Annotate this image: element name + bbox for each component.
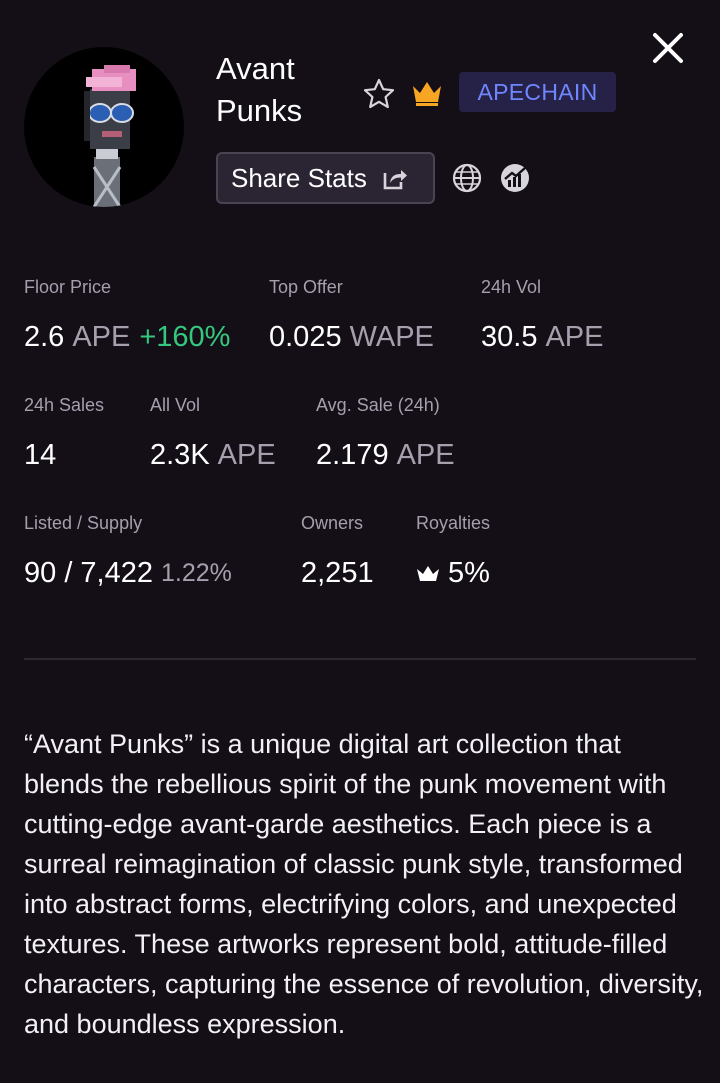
star-icon xyxy=(363,78,395,109)
analytics-link[interactable] xyxy=(499,162,531,194)
collection-description: “Avant Punks” is a unique digital art co… xyxy=(24,729,704,1039)
chain-badge: APECHAIN xyxy=(459,72,616,112)
stat-all-vol: All Vol 2.3K APE xyxy=(150,393,276,473)
vol-24h-value: 30.5 xyxy=(481,321,538,353)
listed-supply-label: Listed / Supply xyxy=(24,513,143,533)
chart-icon xyxy=(501,164,529,192)
all-vol-unit: APE xyxy=(217,439,276,471)
globe-icon xyxy=(452,163,482,193)
crown-icon xyxy=(410,78,444,108)
listed-supply-pct: 1.22% xyxy=(161,559,232,587)
owners-label: Owners xyxy=(301,513,364,533)
stat-24h-sales: 24h Sales 14 xyxy=(24,393,104,473)
royalties-value: 5% xyxy=(448,557,490,589)
sales-24h-value: 14 xyxy=(24,439,57,471)
top-offer-value: 0.025 xyxy=(269,321,342,353)
floor-price-label: Floor Price xyxy=(24,277,112,297)
all-vol-label: All Vol xyxy=(150,395,201,415)
stat-avg-sale: Avg. Sale (24h) 2.179 APE xyxy=(316,393,455,473)
vol-24h-unit: APE xyxy=(545,321,604,353)
share-stats-button[interactable]: Share Stats xyxy=(216,152,435,204)
avg-sale-unit: APE xyxy=(396,439,455,471)
stat-listed-supply: Listed / Supply 90 / 7,422 1.22% xyxy=(24,511,232,591)
all-vol-value: 2.3K xyxy=(150,439,210,471)
stat-owners: Owners 2,251 xyxy=(301,511,374,591)
close-icon xyxy=(653,33,683,63)
collection-title: Avant Punks xyxy=(216,48,356,132)
collection-avatar xyxy=(24,47,184,207)
avg-sale-value: 2.179 xyxy=(316,439,389,471)
favorite-button[interactable] xyxy=(361,76,397,112)
stat-floor-price: Floor Price 2.6 APE +160% xyxy=(24,275,230,355)
website-link[interactable] xyxy=(451,162,483,194)
share-stats-label: Share Stats xyxy=(231,162,367,193)
top-offer-unit: WAPE xyxy=(349,321,434,353)
collection-name-line2: Punks xyxy=(216,93,303,128)
divider xyxy=(24,658,696,660)
collection-name-line1: Avant xyxy=(216,51,295,86)
collection-stats-panel: Avant Punks APECHAIN Share Stats Floor P… xyxy=(0,0,720,1083)
owners-value: 2,251 xyxy=(301,557,374,589)
floor-price-value: 2.6 xyxy=(24,321,65,353)
vol-24h-label: 24h Vol xyxy=(481,277,542,297)
avg-sale-label: Avg. Sale (24h) xyxy=(316,395,440,415)
sales-24h-label: 24h Sales xyxy=(24,395,105,415)
floor-price-change: +160% xyxy=(139,321,231,353)
stat-royalties: Royalties 5% xyxy=(416,511,490,591)
stat-top-offer: Top Offer 0.025 WAPE xyxy=(269,275,434,355)
top-offer-label: Top Offer xyxy=(269,277,343,297)
floor-price-unit: APE xyxy=(72,321,131,353)
royalty-crown-icon xyxy=(417,566,439,581)
share-icon xyxy=(383,170,407,190)
stat-24h-vol: 24h Vol 30.5 APE xyxy=(481,275,603,355)
listed-supply-value: 90 / 7,422 xyxy=(24,557,153,589)
close-button[interactable] xyxy=(648,28,688,68)
royalties-label: Royalties xyxy=(416,513,491,533)
